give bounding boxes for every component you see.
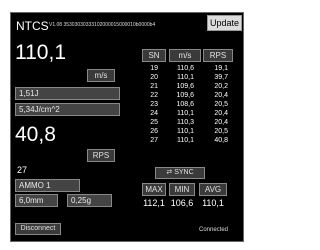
table-cell: 110,6: [177, 65, 194, 72]
table-row: 24 110,1 20,4: [142, 109, 242, 118]
version-line: V1.08 35303030333102000015000010b0000b4: [49, 22, 156, 28]
table-cell: 20,4: [214, 110, 228, 117]
table-row: 21 109,6 20,2: [142, 82, 242, 91]
caliber-field[interactable]: 6,0mm: [15, 194, 58, 207]
update-button[interactable]: Update: [207, 15, 242, 31]
header-sn: SN: [142, 49, 166, 62]
header-rps: RPS: [203, 49, 233, 62]
table-cell: 20,5: [214, 101, 228, 108]
table-cell: 21: [150, 83, 158, 90]
velocity-unit: m/s: [87, 69, 115, 82]
sync-icon: ⇄: [166, 169, 173, 176]
table-cell: 22: [150, 92, 158, 99]
disconnect-button[interactable]: Disconnect: [15, 223, 61, 235]
table-cell: 24: [150, 110, 158, 117]
table-cell: 19,1: [214, 65, 228, 72]
rps-unit: RPS: [87, 149, 115, 162]
table-cell: 20,2: [214, 83, 228, 90]
table-cell: 39,7: [214, 74, 228, 81]
table-row: 20 110,1 39,7: [142, 73, 242, 82]
ammo-select[interactable]: AMMO 1: [15, 179, 80, 192]
table-row: 25 110,3 20,4: [142, 118, 242, 127]
table-cell: 40,8: [214, 137, 228, 144]
table-cell: 19: [150, 65, 158, 72]
rps-value: 40,8: [15, 123, 56, 146]
velocity-value: 110,1: [15, 41, 66, 64]
bb-weight-field[interactable]: 0,25g: [67, 194, 112, 207]
table-cell: 26: [150, 128, 158, 135]
sync-button[interactable]: ⇄ SYNC: [155, 167, 205, 179]
table-row: 22 109,6 20,4: [142, 91, 242, 100]
table-cell: 110,1: [177, 128, 194, 135]
table-cell: 109,6: [176, 83, 194, 90]
table-cell: 110,3: [177, 119, 194, 126]
table-cell: 110,1: [177, 137, 194, 144]
table-cell: 20,5: [214, 128, 228, 135]
table-cell: 110,1: [177, 110, 194, 117]
connection-status: Connected: [199, 227, 229, 233]
table-row: 26 110,1 20,5: [142, 127, 242, 136]
table-cell: 20,4: [214, 119, 228, 126]
table-row: 19 110,6 19,1: [142, 64, 242, 73]
table-cell: 110,1: [177, 74, 194, 81]
app-title: NTCS: [16, 19, 49, 33]
stat-min-label: MIN: [169, 183, 195, 196]
energy-joule-field[interactable]: 1,51J: [15, 87, 120, 100]
table-cell: 109,6: [176, 92, 194, 99]
table-cell: 20,4: [214, 92, 228, 99]
table-cell: 27: [150, 137, 158, 144]
table-cell: 108,6: [176, 101, 194, 108]
shot-count: 27: [17, 165, 28, 175]
stat-avg-value: 110,1: [202, 198, 224, 208]
table-cell: 20: [150, 74, 158, 81]
stat-avg-label: AVG: [199, 183, 227, 196]
energy-density-field[interactable]: 5,34J/cm^2: [15, 103, 120, 116]
stat-max-value: 112,1: [143, 198, 165, 208]
app-window: NTCS V1.08 35303030333102000015000010b00…: [10, 12, 244, 242]
sync-label: SYNC: [174, 169, 194, 176]
table-row: 27 110,1 40,8: [142, 136, 242, 145]
table-cell: 23: [150, 101, 158, 108]
stat-min-value: 106,6: [170, 198, 194, 208]
table-row: 23 108,6 20,5: [142, 100, 242, 109]
header-ms: m/s: [169, 49, 201, 62]
shot-table: 19 110,6 19,1 20 110,1 39,7 21 109,6 20,…: [142, 64, 242, 152]
stat-max-label: MAX: [142, 183, 166, 196]
table-cell: 25: [150, 119, 158, 126]
